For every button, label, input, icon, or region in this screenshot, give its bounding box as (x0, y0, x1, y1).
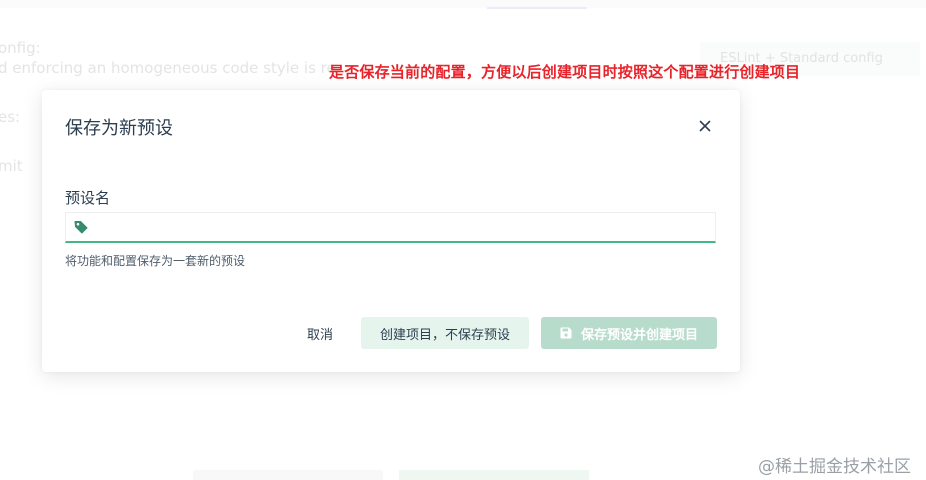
background-text-line: onfig: (0, 39, 41, 57)
watermark: @稀土掘金技术社区 (758, 457, 911, 477)
background-button (399, 470, 589, 480)
background-topbar (0, 0, 926, 9)
background-text-line: d enforcing an homogeneous code style is… (0, 59, 336, 77)
background-active-tab (487, 0, 587, 9)
tag-icon (66, 213, 96, 242)
save-and-create-button[interactable]: 保存预设并创建项目 (541, 317, 717, 349)
floppy-disk-icon (560, 327, 572, 339)
background-button (193, 470, 383, 480)
save-and-create-label: 保存预设并创建项目 (580, 327, 698, 343)
preset-help-text: 将功能和配置保存为一套新的预设 (65, 254, 246, 268)
background-text-line: mit (0, 157, 23, 175)
create-without-saving-button[interactable]: 创建项目，不保存预设 (361, 317, 529, 349)
close-button[interactable] (692, 113, 718, 139)
save-preset-dialog: 保存为新预设 预设名 将功能和配置保存为一套新的预设 取消 创建项目，不保存预设… (42, 90, 740, 372)
background-text-line: es: (0, 108, 21, 126)
dialog-title: 保存为新预设 (65, 118, 173, 139)
preset-name-field[interactable] (65, 212, 716, 243)
preset-name-label: 预设名 (65, 189, 111, 207)
cancel-button[interactable]: 取消 (295, 317, 345, 349)
preset-name-input[interactable] (96, 212, 715, 242)
close-icon (699, 120, 711, 132)
annotation-text: 是否保存当前的配置，方便以后创建项目时按照这个配置进行创建项目 (329, 63, 801, 81)
